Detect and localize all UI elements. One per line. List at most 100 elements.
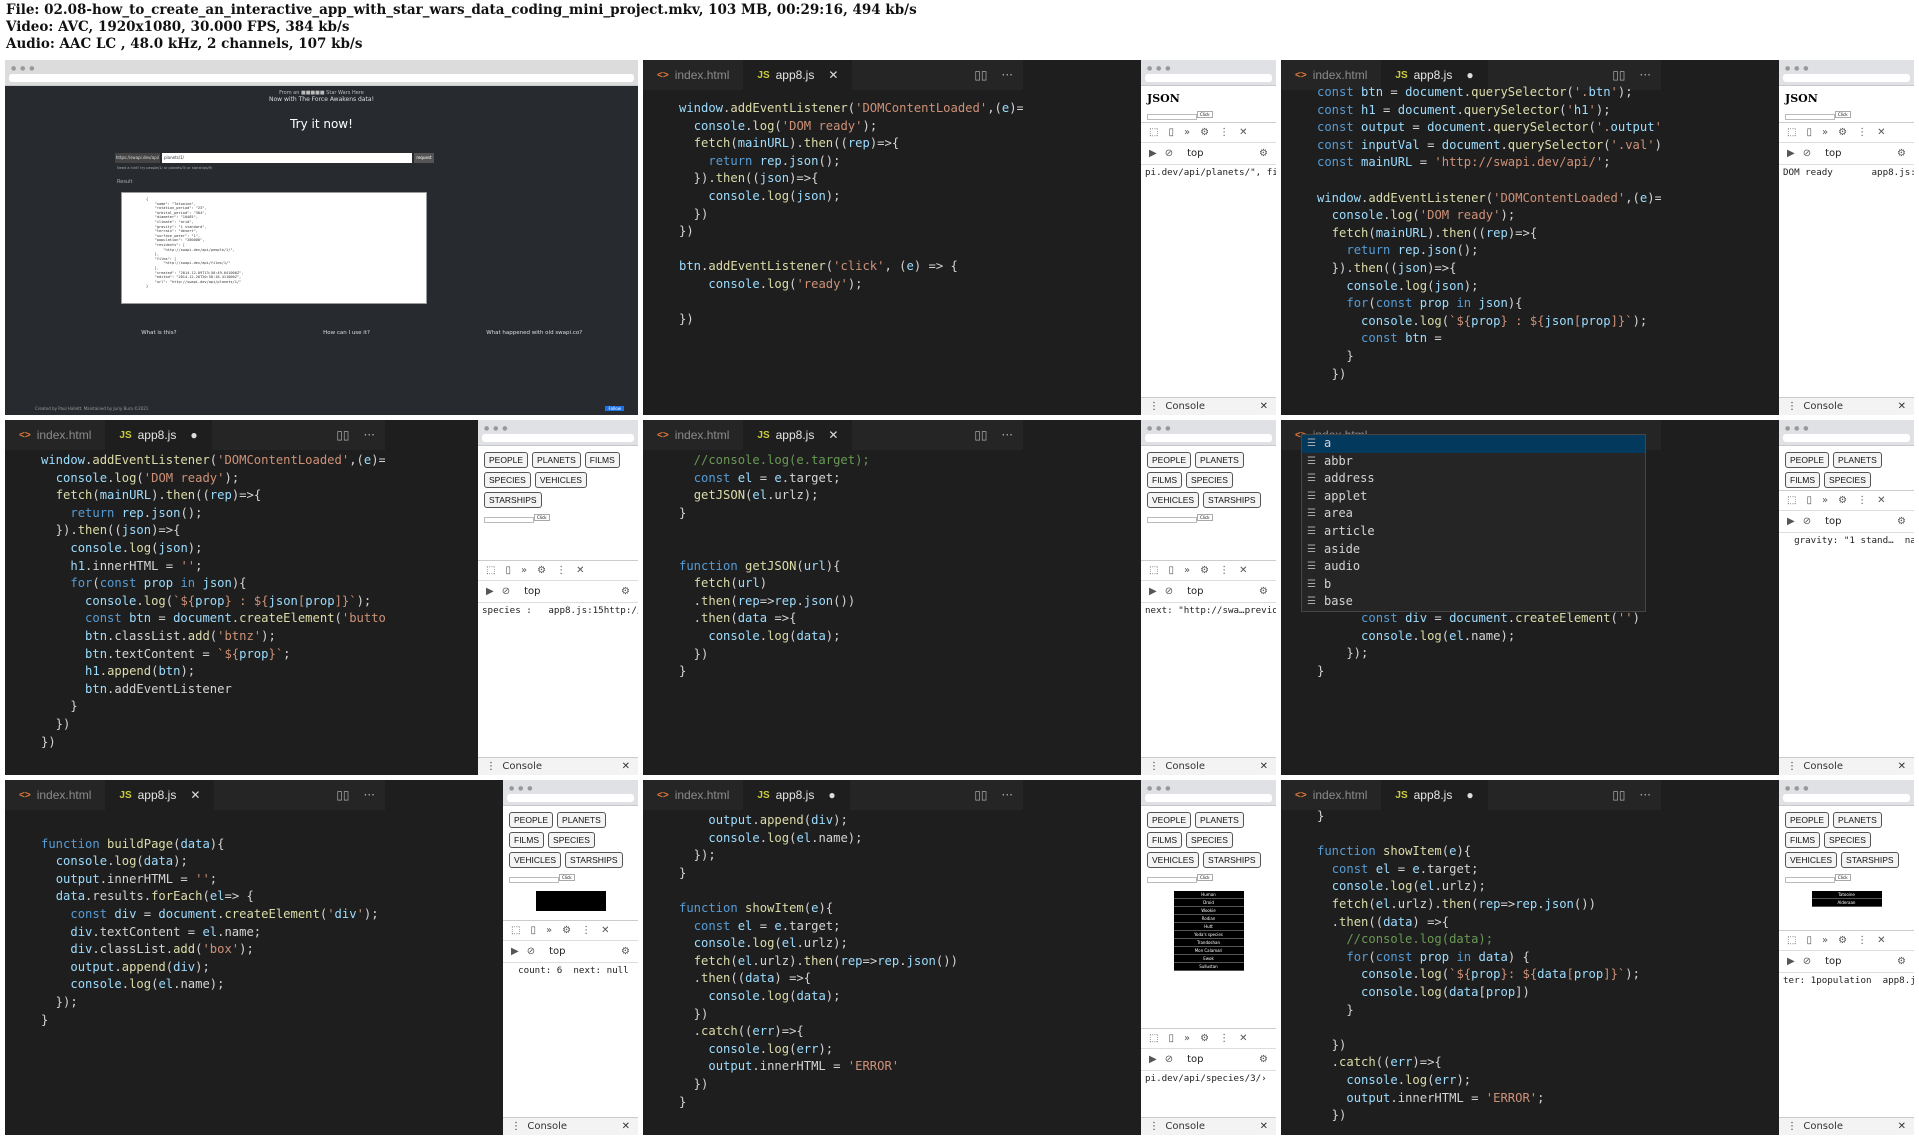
address-bar[interactable]: [1145, 74, 1272, 82]
more-tabs-icon[interactable]: »: [1822, 935, 1828, 946]
address-bar[interactable]: [482, 434, 634, 442]
nav-button-films[interactable]: FILMS: [1785, 832, 1821, 848]
more-actions-icon[interactable]: ···: [364, 428, 375, 442]
value-input[interactable]: [1785, 114, 1835, 120]
result-box-item[interactable]: Hutt: [1173, 923, 1244, 931]
suggestion-item[interactable]: base: [1302, 593, 1645, 611]
kebab-icon[interactable]: ⋮: [486, 761, 502, 772]
click-button[interactable]: Click: [1197, 874, 1213, 881]
address-bar[interactable]: [1783, 434, 1910, 442]
context-selector[interactable]: top: [1825, 956, 1841, 967]
split-editor-icon[interactable]: ▯▯: [1612, 788, 1625, 802]
more-actions-icon[interactable]: ···: [1002, 428, 1013, 442]
suggestion-item[interactable]: aside: [1302, 541, 1645, 559]
device-icon[interactable]: ▯: [1168, 127, 1174, 138]
nav-button-species[interactable]: SPECIES: [1186, 832, 1233, 848]
device-icon[interactable]: ▯: [1806, 127, 1812, 138]
nav-button-vehicles[interactable]: VEHICLES: [1147, 492, 1200, 508]
tab-index-html[interactable]: <> index.html: [5, 780, 105, 810]
unsaved-dot-icon[interactable]: ●: [828, 788, 835, 802]
result-box-item[interactable]: Sullustan: [1173, 963, 1244, 971]
click-button[interactable]: Click: [1197, 111, 1213, 118]
tab-app8-js[interactable]: JS app8.js ✕: [105, 780, 215, 810]
nav-button-planets[interactable]: PLANETS: [1833, 452, 1882, 468]
console-settings-icon[interactable]: ⚙: [1897, 516, 1914, 527]
nav-button-planets[interactable]: PLANETS: [1195, 812, 1244, 828]
context-selector[interactable]: top: [1187, 586, 1203, 597]
value-input[interactable]: [1785, 877, 1835, 883]
clear-console-icon[interactable]: ⊘: [502, 586, 510, 597]
tab-app8-js[interactable]: JS app8.js ●: [743, 780, 850, 810]
console-settings-icon[interactable]: ⚙: [1897, 148, 1914, 159]
settings-icon[interactable]: ⚙: [562, 925, 571, 936]
more-tabs-icon[interactable]: »: [521, 565, 527, 576]
kebab-icon[interactable]: ⋮: [1219, 565, 1229, 576]
address-bar[interactable]: [9, 74, 634, 82]
more-actions-icon[interactable]: ···: [364, 788, 375, 802]
click-button[interactable]: Click: [1835, 111, 1851, 118]
value-input[interactable]: [1147, 114, 1197, 120]
context-selector[interactable]: top: [549, 946, 565, 957]
tab-app8-js[interactable]: JS app8.js ✕: [743, 420, 853, 450]
close-icon[interactable]: ✕: [1239, 127, 1247, 138]
nav-button-planets[interactable]: PLANETS: [532, 452, 581, 468]
settings-icon[interactable]: ⚙: [1838, 935, 1847, 946]
click-button[interactable]: Click: [1835, 874, 1851, 881]
nav-button-species[interactable]: SPECIES: [548, 832, 595, 848]
suggestion-item[interactable]: abbr: [1302, 453, 1645, 471]
nav-button-species[interactable]: SPECIES: [1824, 832, 1871, 848]
console-tab[interactable]: Console: [1165, 401, 1205, 412]
nav-button-people[interactable]: PEOPLE: [1785, 812, 1830, 828]
kebab-icon[interactable]: ⋮: [1219, 127, 1229, 138]
suggestion-item[interactable]: area: [1302, 505, 1645, 523]
inspect-icon[interactable]: ⬚: [1149, 1033, 1158, 1044]
result-box-item[interactable]: Rodian: [1173, 915, 1244, 923]
kebab-icon[interactable]: ⋮: [1857, 935, 1867, 946]
kebab-icon[interactable]: ⋮: [1219, 1033, 1229, 1044]
settings-icon[interactable]: ⚙: [537, 565, 546, 576]
nav-button-people[interactable]: PEOPLE: [484, 452, 529, 468]
result-box-item[interactable]: Wookie: [1173, 907, 1244, 915]
click-button[interactable]: Click: [559, 874, 575, 881]
result-box-item[interactable]: Yoda's species: [1173, 931, 1244, 939]
device-icon[interactable]: ▯: [505, 565, 511, 576]
kebab-icon[interactable]: ⋮: [1857, 495, 1867, 506]
close-icon[interactable]: ✕: [1260, 761, 1276, 772]
kebab-icon[interactable]: ⋮: [1149, 761, 1165, 772]
more-actions-icon[interactable]: ···: [1002, 788, 1013, 802]
nav-button-starships[interactable]: STARSHIPS: [565, 852, 623, 868]
console-settings-icon[interactable]: ⚙: [1897, 956, 1914, 967]
value-input[interactable]: [509, 877, 559, 883]
more-tabs-icon[interactable]: »: [1184, 565, 1190, 576]
address-bar[interactable]: [1783, 74, 1910, 82]
code-area[interactable]: window.addEventListener('DOMContentLoade…: [643, 100, 1023, 329]
device-icon[interactable]: ▯: [530, 925, 536, 936]
clear-console-icon[interactable]: ⊘: [1165, 1054, 1173, 1065]
close-icon[interactable]: ✕: [1877, 495, 1885, 506]
split-editor-icon[interactable]: ▯▯: [974, 68, 987, 82]
close-icon[interactable]: ✕: [622, 761, 638, 772]
settings-icon[interactable]: ⚙: [1838, 127, 1847, 138]
nav-button-films[interactable]: FILMS: [1785, 472, 1821, 488]
suggestion-item[interactable]: b: [1302, 576, 1645, 594]
inspect-icon[interactable]: ⬚: [1149, 565, 1158, 576]
follow-button[interactable]: Follow: [605, 406, 624, 411]
clear-console-icon[interactable]: ⊘: [1803, 148, 1811, 159]
value-input[interactable]: [1147, 877, 1197, 883]
nav-button-people[interactable]: PEOPLE: [1785, 452, 1830, 468]
context-selector[interactable]: top: [1825, 148, 1841, 159]
clear-console-icon[interactable]: ⊘: [1803, 956, 1811, 967]
suggestion-item[interactable]: audio: [1302, 558, 1645, 576]
inspect-icon[interactable]: ⬚: [1149, 127, 1158, 138]
tab-app8-js[interactable]: JS app8.js ✕: [743, 60, 853, 90]
kebab-icon[interactable]: ⋮: [1149, 1121, 1165, 1132]
inspect-icon[interactable]: ⬚: [511, 925, 520, 936]
split-editor-icon[interactable]: ▯▯: [336, 788, 349, 802]
console-tab[interactable]: Console: [1165, 1121, 1205, 1132]
sidebar-icon[interactable]: ▶: [1787, 148, 1795, 159]
code-area[interactable]: window.addEventListener('DOMContentLoade…: [5, 452, 385, 751]
code-area[interactable]: //console.log(e.target); const el = e.ta…: [643, 452, 1023, 681]
more-tabs-icon[interactable]: »: [1184, 1033, 1190, 1044]
address-bar[interactable]: [1145, 434, 1272, 442]
sidebar-icon[interactable]: ▶: [511, 946, 519, 957]
